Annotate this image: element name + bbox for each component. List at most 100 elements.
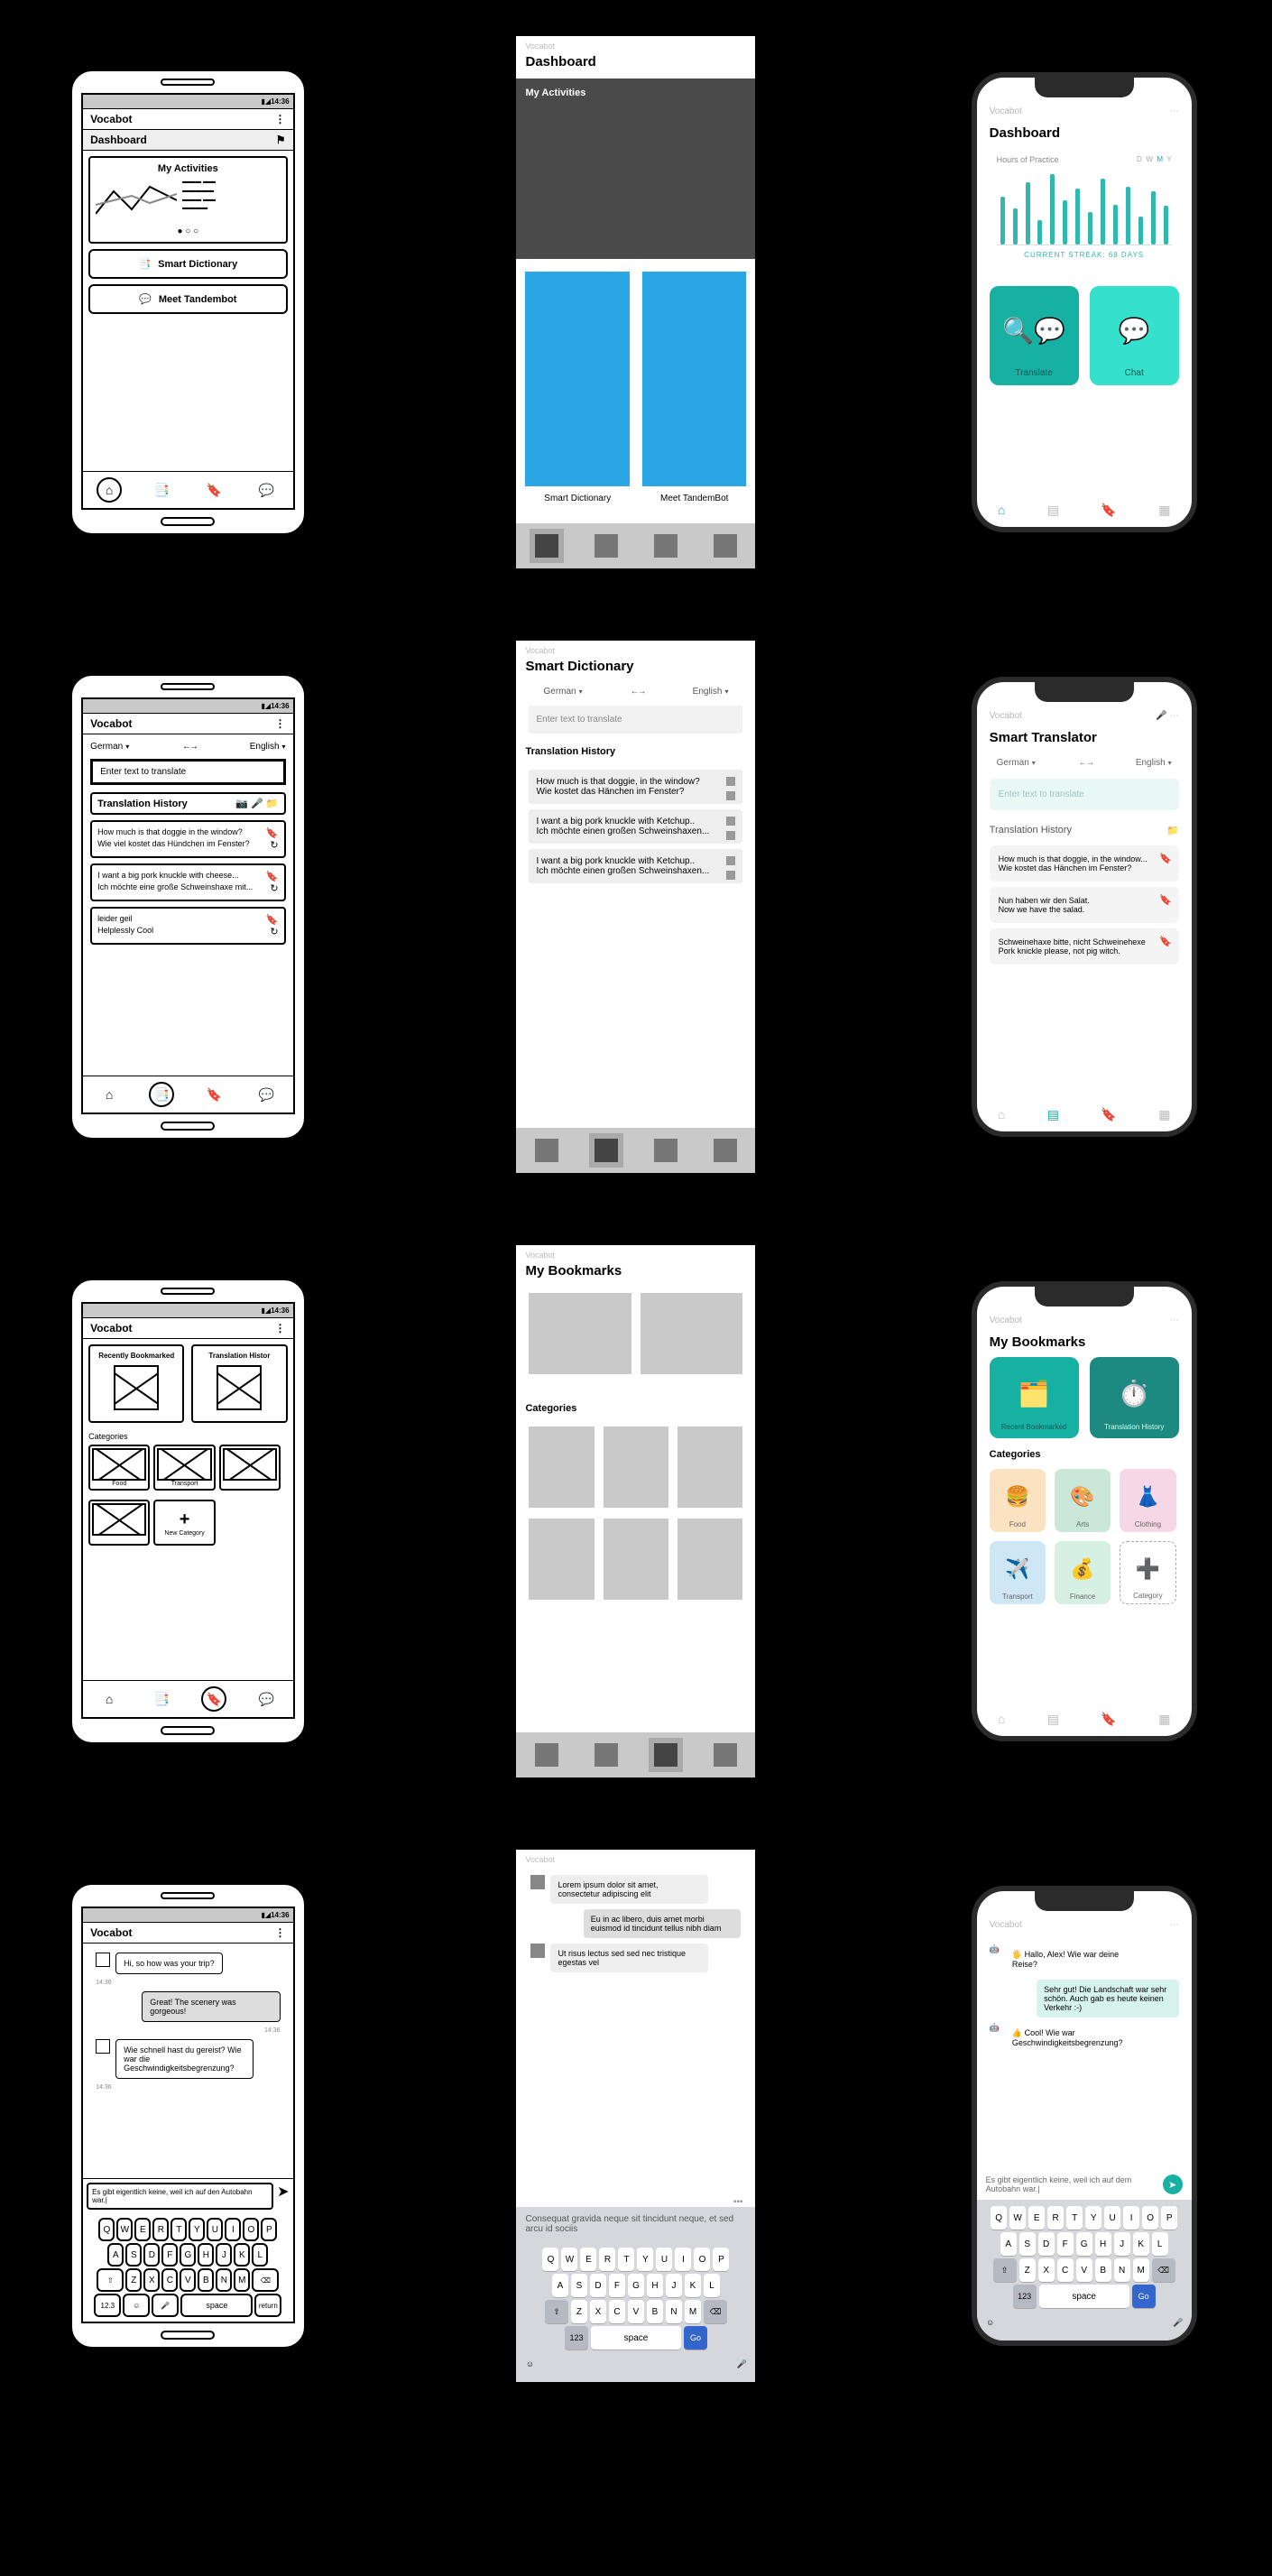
key-emoji[interactable]: ☺ <box>518 2352 541 2376</box>
history-card[interactable] <box>641 1293 743 1374</box>
category-card[interactable] <box>529 1426 594 1508</box>
nav-bookmark-icon[interactable]: 🔖 <box>201 477 226 503</box>
keyboard[interactable]: QWERTYUIOPASDFGHJKL⇧ZXCVBNM⌫12.3☺🎤spacer… <box>83 2213 292 2322</box>
key-B[interactable]: B <box>647 2300 663 2323</box>
key-C[interactable]: C <box>161 2268 178 2292</box>
key-go[interactable]: Go <box>1132 2285 1156 2308</box>
key-Z[interactable]: Z <box>125 2268 142 2292</box>
history-item[interactable]: I want a big pork knuckle with cheese...… <box>90 863 285 901</box>
category-clothing[interactable]: 👗Clothing <box>1120 1469 1175 1532</box>
key-E[interactable]: E <box>1028 2206 1045 2230</box>
key-A[interactable]: A <box>552 2274 568 2297</box>
key-A[interactable]: A <box>1000 2232 1017 2256</box>
key-Q[interactable]: Q <box>542 2248 558 2271</box>
recent-bookmarked-card[interactable]: Recently Bookmarked <box>88 1344 184 1423</box>
key-K[interactable]: K <box>234 2243 250 2267</box>
swap-icon[interactable]: ←→ <box>182 742 197 752</box>
nav-bookmark[interactable] <box>654 534 677 558</box>
key-emoji[interactable]: ☺ <box>979 2311 1002 2334</box>
nav-translate-icon[interactable]: ▤ <box>1047 503 1059 518</box>
history-item[interactable]: How much is that doggie in the window?🔖W… <box>90 820 285 858</box>
translate-input[interactable]: Enter text to translate <box>990 779 1179 810</box>
nav-chat-icon[interactable]: 💬 <box>253 1686 279 1712</box>
key-Y[interactable]: Y <box>189 2218 205 2241</box>
nav-chat-icon[interactable]: 💬 <box>253 1082 279 1107</box>
key-G[interactable]: G <box>180 2243 196 2267</box>
nav-home-icon[interactable]: ⌂ <box>97 477 122 503</box>
lang-to-dropdown[interactable]: English <box>250 742 286 752</box>
nav-translate-icon[interactable]: 📑 <box>149 1082 174 1107</box>
nav-bookmark-icon[interactable]: 🔖 <box>201 1686 226 1712</box>
key-return[interactable]: return <box>254 2294 281 2317</box>
nav-translate[interactable] <box>595 534 618 558</box>
nav-bookmark-icon[interactable]: 🔖 <box>1101 1107 1116 1122</box>
key-J[interactable]: J <box>666 2274 682 2297</box>
nav-bookmark-icon[interactable]: 🔖 <box>201 1082 226 1107</box>
home-button[interactable] <box>161 1726 215 1735</box>
key-O[interactable]: O <box>243 2218 259 2241</box>
key-V[interactable]: V <box>180 2268 196 2292</box>
nav-translate[interactable] <box>595 1139 618 1162</box>
key-I[interactable]: I <box>225 2218 241 2241</box>
key-space[interactable]: space <box>1039 2285 1129 2308</box>
nav-chat-icon[interactable]: ▦ <box>1158 1107 1170 1122</box>
translation-history-tile[interactable]: ⏱️Translation History <box>1090 1357 1179 1438</box>
history-item[interactable]: How much is that doggie, in the window..… <box>990 845 1179 882</box>
key-X[interactable]: X <box>143 2268 160 2292</box>
key-Y[interactable]: Y <box>637 2248 653 2271</box>
smart-dictionary-card[interactable]: Smart Dictionary <box>525 272 630 511</box>
nav-chat-icon[interactable]: ▦ <box>1158 503 1170 518</box>
chat-input[interactable]: Consequat gravida neque sit tincidunt ne… <box>516 2207 755 2241</box>
key-F[interactable]: F <box>609 2274 625 2297</box>
key-H[interactable]: H <box>647 2274 663 2297</box>
key-L[interactable]: L <box>704 2274 720 2297</box>
key-F[interactable]: F <box>1057 2232 1074 2256</box>
nav-home-icon[interactable]: ⌂ <box>97 1686 122 1712</box>
key-W[interactable]: W <box>561 2248 577 2271</box>
nav-home[interactable] <box>535 1743 558 1767</box>
category-card[interactable] <box>677 1426 742 1508</box>
category-finance[interactable]: 💰Finance <box>1055 1541 1111 1604</box>
key-B[interactable]: B <box>198 2268 214 2292</box>
key-U[interactable]: U <box>656 2248 672 2271</box>
key-mic[interactable]: 🎤 <box>152 2294 179 2317</box>
key-num[interactable]: 12.3 <box>94 2294 121 2317</box>
key-H[interactable]: H <box>198 2243 214 2267</box>
category-food[interactable]: 🍔Food <box>990 1469 1046 1532</box>
more-icon[interactable] <box>275 1926 286 1939</box>
history-tools[interactable]: 📷 🎤 📁 <box>235 798 278 809</box>
key-A[interactable]: A <box>107 2243 124 2267</box>
key-Z[interactable]: Z <box>571 2300 587 2323</box>
key-Z[interactable]: Z <box>1019 2258 1036 2282</box>
key-num[interactable]: 123 <box>565 2326 588 2350</box>
more-icon[interactable] <box>275 1322 286 1334</box>
key-Q[interactable]: Q <box>98 2218 115 2241</box>
key-J[interactable]: J <box>1114 2232 1130 2256</box>
keyboard[interactable]: QWERTYUIOPASDFGHJKL⇧ZXCVBNM⌫123spaceGo☺🎤 <box>977 2200 1192 2341</box>
history-item[interactable]: Nun haben wir den Salat.Now we have the … <box>990 887 1179 923</box>
key-E[interactable]: E <box>580 2248 596 2271</box>
nav-bookmark[interactable] <box>654 1743 677 1767</box>
meet-tandembot-button[interactable]: 💬 Meet Tandembot <box>88 284 287 314</box>
key-P[interactable]: P <box>713 2248 729 2271</box>
key-I[interactable]: I <box>1123 2206 1139 2230</box>
nav-chat[interactable] <box>714 1139 737 1162</box>
category-placeholder[interactable] <box>219 1445 281 1491</box>
key-V[interactable]: V <box>628 2300 644 2323</box>
key-mic[interactable]: 🎤 <box>1166 2311 1190 2334</box>
history-item[interactable]: leider geil🔖Helplessly Cool↻ <box>90 907 285 945</box>
chat-input[interactable]: Es gibt eigentlich keine, weil ich auf d… <box>87 2183 273 2210</box>
translate-tile[interactable]: 🔍💬Translate <box>990 286 1079 385</box>
key-T[interactable]: T <box>618 2248 634 2271</box>
translate-input[interactable]: Enter text to translate <box>529 706 742 734</box>
new-category-button[interactable]: +New Category <box>153 1500 215 1546</box>
category-category[interactable]: ➕Category <box>1120 1541 1175 1604</box>
key-R[interactable]: R <box>599 2248 615 2271</box>
category-arts[interactable]: 🎨Arts <box>1055 1469 1111 1532</box>
key-N[interactable]: N <box>666 2300 682 2323</box>
recent-card[interactable] <box>529 1293 631 1374</box>
category-card[interactable] <box>677 1519 742 1600</box>
lang-to-dropdown[interactable]: English <box>693 687 729 697</box>
key-T[interactable]: T <box>1066 2206 1083 2230</box>
translation-history-card[interactable]: Translation Histor <box>191 1344 287 1423</box>
